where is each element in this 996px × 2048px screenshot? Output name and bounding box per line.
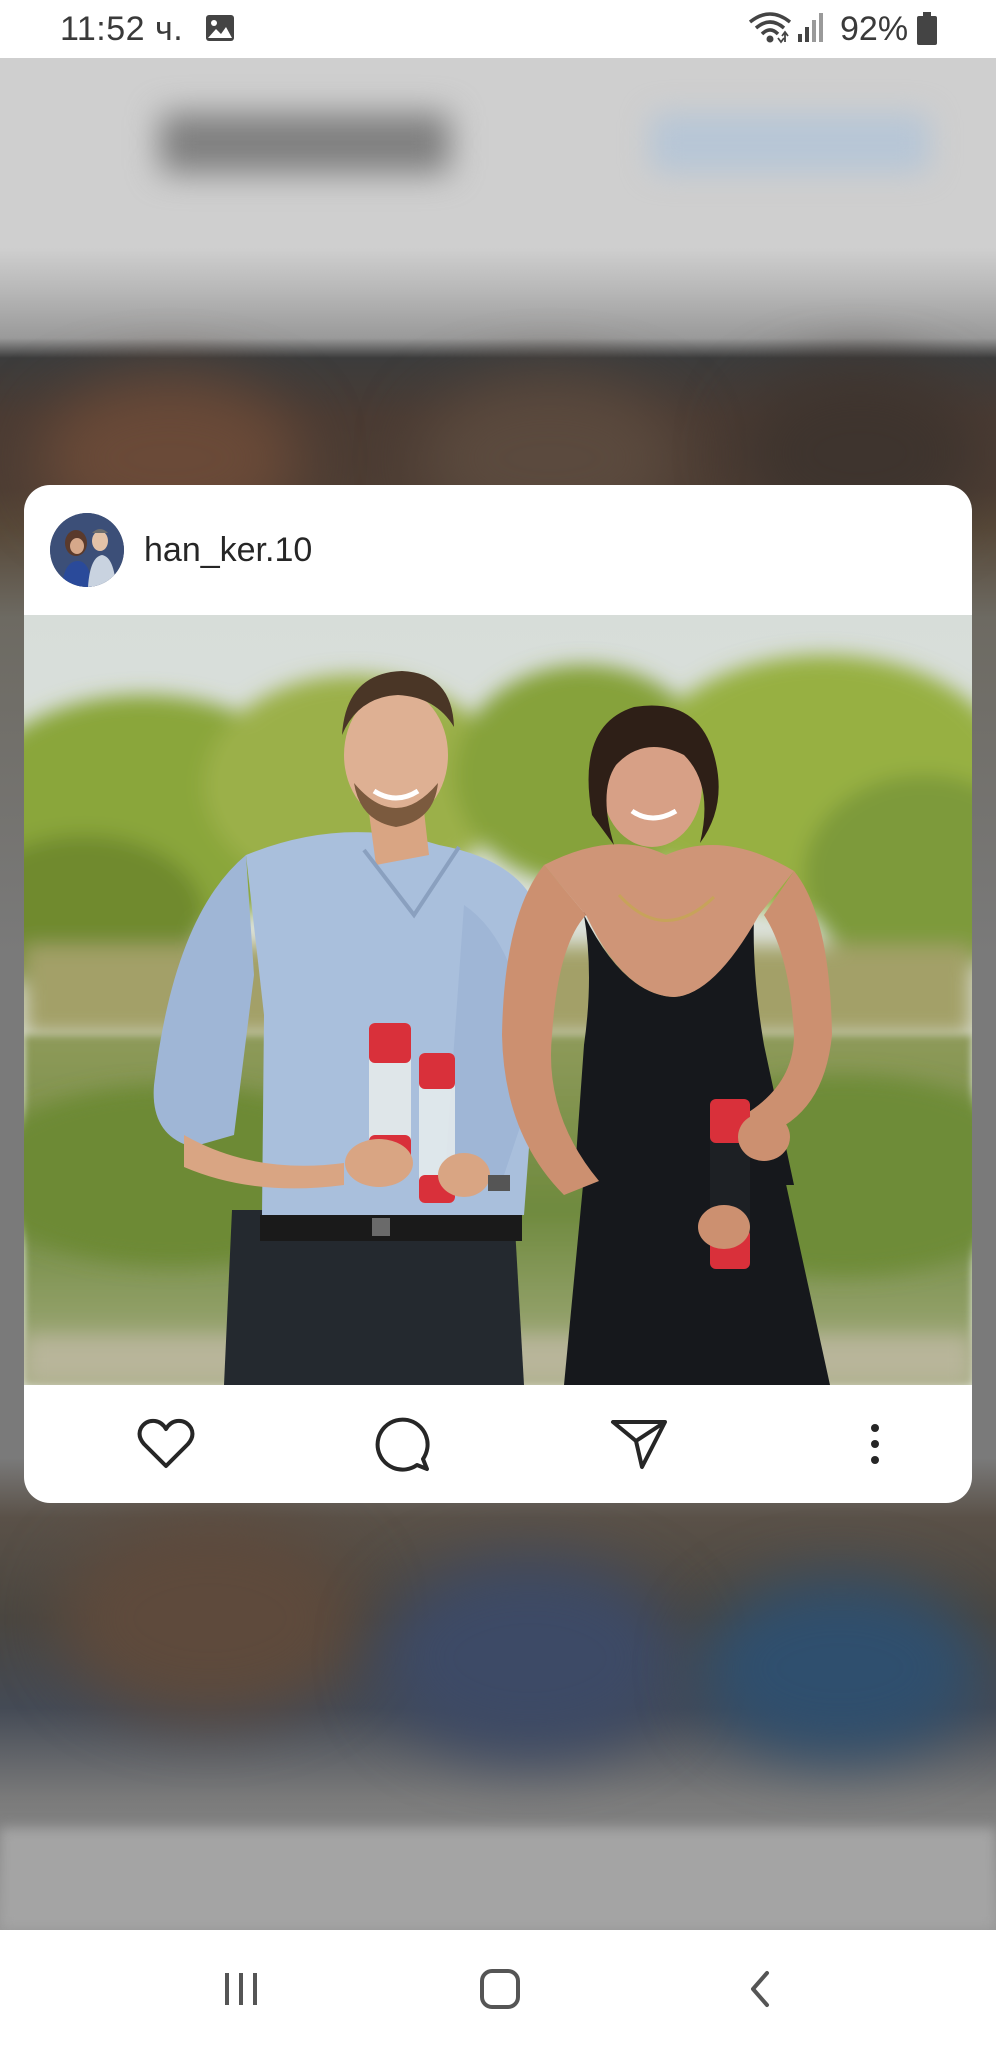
status-bar: 11:52 ч. 92%	[0, 0, 996, 58]
comment-icon	[375, 1417, 430, 1472]
post-actions-bar	[24, 1385, 972, 1503]
blurred-shape	[380, 1558, 680, 1758]
post-username[interactable]: han_ker.10	[144, 531, 312, 570]
back-button[interactable]	[715, 1952, 805, 2026]
more-options-button[interactable]	[816, 1385, 934, 1503]
home-button[interactable]	[455, 1952, 545, 2026]
battery-percent: 92%	[840, 10, 909, 48]
post-header: han_ker.10	[24, 485, 972, 615]
share-icon	[611, 1420, 667, 1469]
recent-apps-button[interactable]	[196, 1952, 286, 2026]
back-icon	[751, 1971, 769, 2007]
battery-icon	[917, 12, 937, 45]
blurred-bottom-nav	[0, 1828, 996, 1930]
post-preview-card: han_ker.10	[24, 485, 972, 1503]
post-photo-image	[24, 615, 972, 1385]
status-time: 11:52 ч.	[60, 10, 184, 48]
more-icon	[871, 1424, 879, 1464]
system-nav-bar	[0, 1930, 996, 2048]
post-photo[interactable]	[24, 615, 972, 1385]
signal-icon	[798, 13, 823, 42]
blurred-shape	[700, 1578, 980, 1758]
blurred-header	[160, 113, 450, 173]
blurred-shape	[60, 1518, 360, 1718]
share-button[interactable]	[580, 1385, 698, 1503]
gallery-icon	[206, 15, 234, 41]
comment-button[interactable]	[343, 1385, 461, 1503]
heart-icon	[137, 1418, 195, 1468]
avatar-image	[50, 513, 124, 587]
like-button[interactable]	[107, 1385, 225, 1503]
blurred-follow-button	[650, 113, 930, 173]
wifi-icon	[748, 12, 792, 44]
home-icon	[480, 1969, 520, 2009]
avatar[interactable]	[50, 513, 124, 587]
recent-apps-icon	[225, 1973, 257, 2005]
